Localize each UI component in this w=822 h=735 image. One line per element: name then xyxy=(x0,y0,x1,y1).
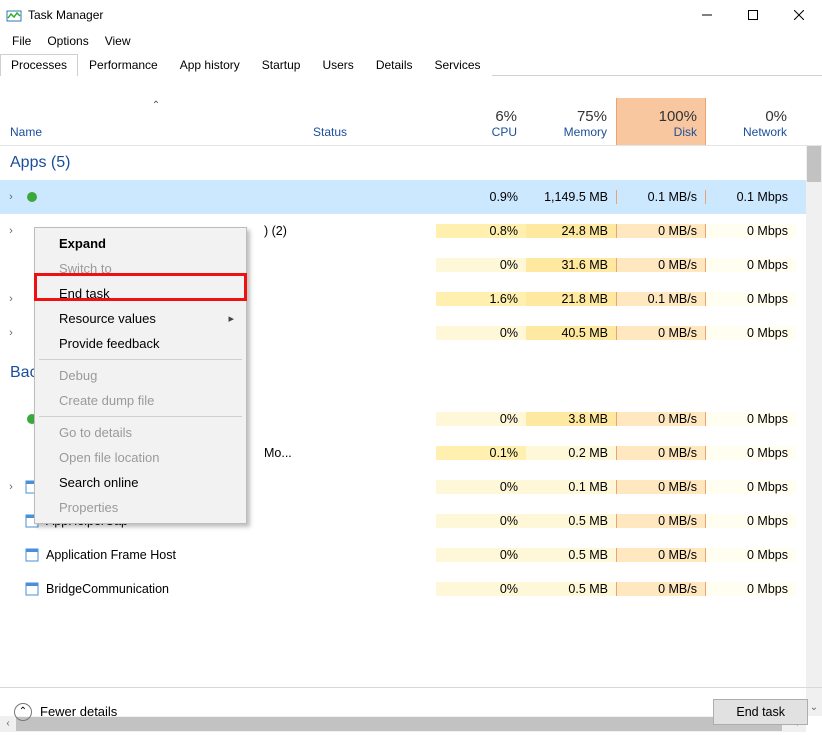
end-task-button[interactable]: End task xyxy=(713,699,808,725)
cell-cpu: 0.9% xyxy=(436,190,526,204)
ctx-resource-values[interactable]: Resource values▸ xyxy=(37,306,244,331)
cell-network: 0.1 Mbps xyxy=(706,190,796,204)
tab-strip: Processes Performance App history Startu… xyxy=(0,52,822,76)
sort-caret-icon: ⌃ xyxy=(152,100,160,111)
group-header-apps[interactable]: Apps (5) xyxy=(0,146,806,180)
ctx-debug: Debug xyxy=(37,363,244,388)
minimize-button[interactable] xyxy=(684,0,730,30)
tab-performance[interactable]: Performance xyxy=(78,54,169,76)
app-icon xyxy=(24,189,40,205)
exe-icon xyxy=(24,547,40,563)
column-header-status[interactable]: Status xyxy=(313,98,436,145)
cell-memory: 1,149.5 MB xyxy=(526,190,616,204)
tab-users[interactable]: Users xyxy=(311,54,364,76)
menu-view[interactable]: View xyxy=(97,32,139,50)
ctx-switch-to: Switch to xyxy=(37,256,244,281)
ctx-open-file-location: Open file location xyxy=(37,445,244,470)
column-header-memory[interactable]: 75% Memory xyxy=(526,98,616,145)
ctx-properties: Properties xyxy=(37,495,244,520)
column-header-cpu[interactable]: 6% CPU xyxy=(436,98,526,145)
exe-icon xyxy=(24,581,40,597)
submenu-arrow-icon: ▸ xyxy=(228,312,234,325)
menu-options[interactable]: Options xyxy=(39,32,96,50)
expand-icon[interactable]: › xyxy=(4,481,18,493)
process-name: Application Frame Host xyxy=(46,548,176,562)
menu-separator xyxy=(39,359,242,360)
menu-bar: File Options View xyxy=(0,30,822,52)
app-icon xyxy=(6,7,22,23)
process-row[interactable]: Application Frame Host 0% 0.5 MB 0 MB/s … xyxy=(0,538,806,572)
ctx-expand[interactable]: Expand xyxy=(37,231,244,256)
close-button[interactable] xyxy=(776,0,822,30)
process-row[interactable]: BridgeCommunication 0% 0.5 MB 0 MB/s 0 M… xyxy=(0,572,806,606)
context-menu: Expand Switch to End task Resource value… xyxy=(34,227,247,524)
process-name: BridgeCommunication xyxy=(46,582,169,596)
chevron-up-icon: ⌃ xyxy=(14,703,32,721)
ctx-end-task[interactable]: End task xyxy=(37,281,244,306)
ctx-create-dump: Create dump file xyxy=(37,388,244,413)
title-bar: Task Manager xyxy=(0,0,822,30)
maximize-button[interactable] xyxy=(730,0,776,30)
fewer-details-toggle[interactable]: ⌃ Fewer details xyxy=(14,703,117,721)
column-header-disk[interactable]: 100% Disk xyxy=(616,98,706,145)
menu-file[interactable]: File xyxy=(4,32,39,50)
expand-icon[interactable]: › xyxy=(4,225,18,237)
footer-bar: ⌃ Fewer details End task xyxy=(0,687,822,735)
window-controls xyxy=(684,0,822,30)
tab-services[interactable]: Services xyxy=(424,54,492,76)
ctx-provide-feedback[interactable]: Provide feedback xyxy=(37,331,244,356)
ctx-go-to-details: Go to details xyxy=(37,420,244,445)
tab-startup[interactable]: Startup xyxy=(251,54,312,76)
tab-processes[interactable]: Processes xyxy=(0,54,78,76)
column-header-row: ⌃ Name Status 6% CPU 75% Memory 100% Dis… xyxy=(0,98,822,146)
expand-icon[interactable]: › xyxy=(4,327,18,339)
window-title: Task Manager xyxy=(28,8,103,22)
scroll-thumb[interactable] xyxy=(807,146,821,182)
vertical-scrollbar[interactable]: ⌄ xyxy=(806,146,822,716)
cell-disk: 0.1 MB/s xyxy=(616,190,706,204)
column-header-network[interactable]: 0% Network xyxy=(706,98,796,145)
ctx-search-online[interactable]: Search online xyxy=(37,470,244,495)
expand-icon[interactable]: › xyxy=(4,191,18,203)
tab-app-history[interactable]: App history xyxy=(169,54,251,76)
tab-details[interactable]: Details xyxy=(365,54,424,76)
column-header-name[interactable]: ⌃ Name xyxy=(0,98,313,145)
process-row[interactable]: › 0.9% 1,149.5 MB 0.1 MB/s 0.1 Mbps xyxy=(0,180,806,214)
expand-icon[interactable]: › xyxy=(4,293,18,305)
menu-separator xyxy=(39,416,242,417)
